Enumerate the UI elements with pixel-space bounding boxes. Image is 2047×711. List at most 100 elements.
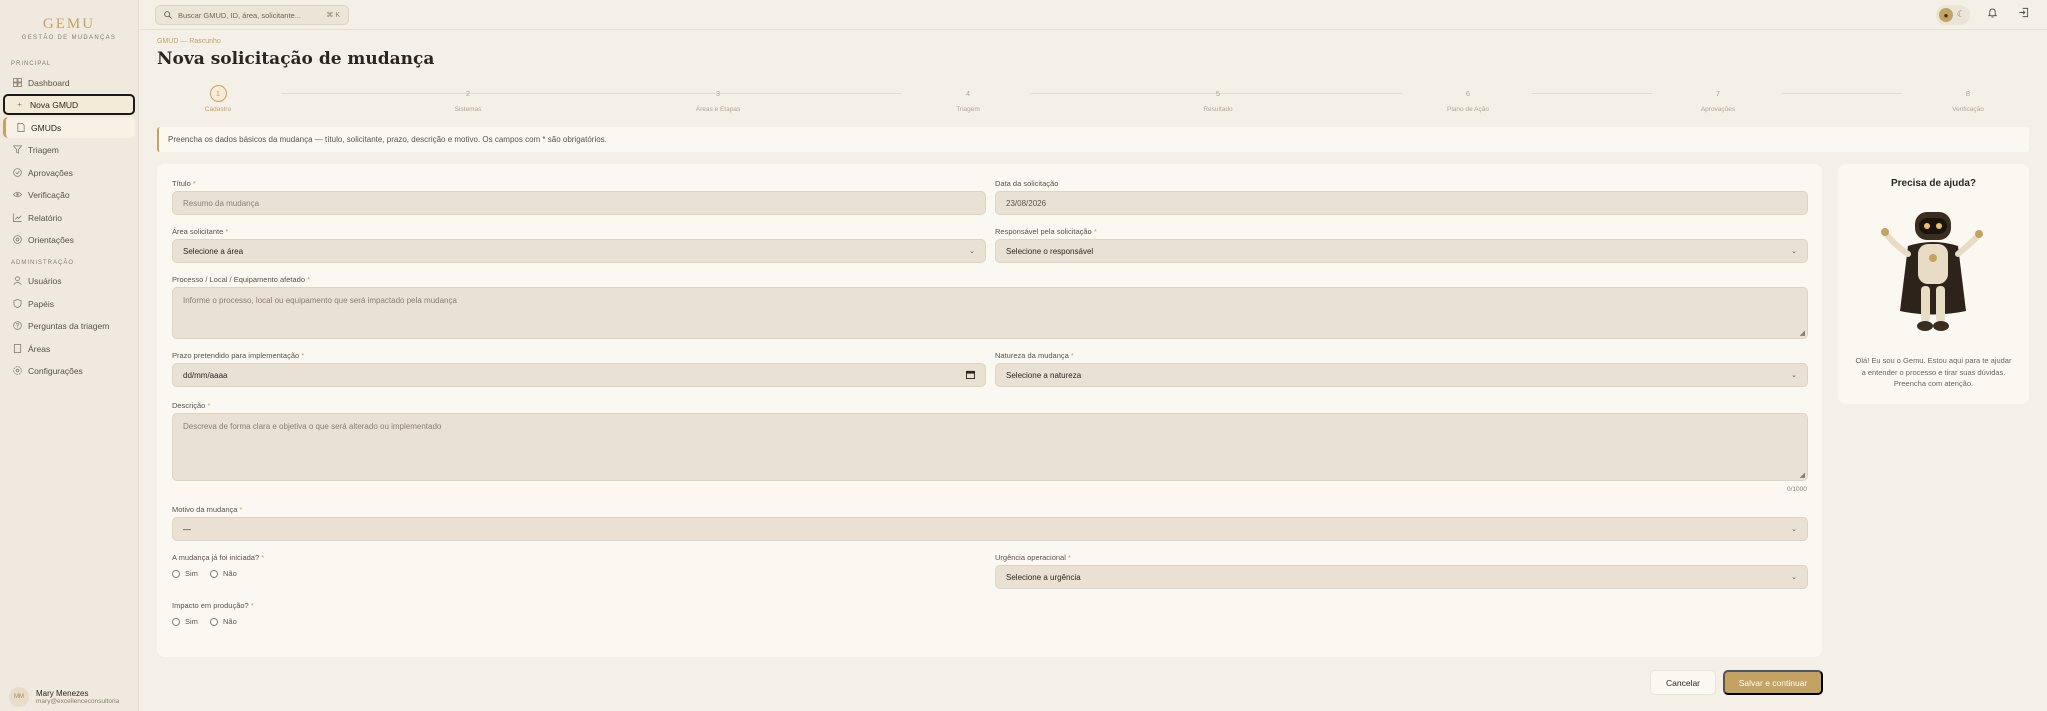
step-label: Triagem [956,106,980,113]
step-number: 4 [965,89,971,98]
sidebar-item-verificacao[interactable]: Verificação [3,184,135,205]
step-connector [1282,93,1402,94]
step-connector [1532,93,1652,94]
user-email: mary@excellenceconsultoria [36,698,120,705]
iniciada-nao-radio[interactable]: Não [210,569,237,578]
processo-placeholder: Informe o processo, local ou equipamento… [183,296,457,305]
help-text: Olá! Eu sou o Gemu. Estou aqui para te a… [1855,356,2012,388]
eye-icon [13,190,22,199]
natureza-select[interactable]: Selecione a natureza ⌄ [995,363,1808,387]
theme-toggle[interactable]: ● ☾ [1936,5,1970,25]
sidebar-item-label: Papéis [28,298,54,309]
sidebar-item-gmuds[interactable]: GMUDs [3,117,135,138]
step-plano-acao[interactable]: 6 Plano de Ação [1418,85,1518,113]
prazo-date-value: dd/mm/aaaa [183,370,228,380]
sidebar-item-label: GMUDs [31,122,62,133]
shield-icon [13,299,22,308]
form-card: Título * Resumo da mudança Data da solic… [157,164,1822,657]
breadcrumb: GMUD — Rascunho [157,38,221,45]
step-areas-etapas[interactable]: 3 Áreas e Etapas [668,85,768,113]
impacto-sim-radio[interactable]: Sim [172,617,198,626]
step-number: 5 [1215,89,1221,98]
logout-icon[interactable] [2018,7,2029,21]
titulo-label: Título * [172,179,196,188]
help-icon [13,235,22,244]
iniciada-sim-radio[interactable]: Sim [172,569,198,578]
gear-icon [13,366,22,375]
step-sistemas[interactable]: 2 Sistemas [418,85,518,113]
radio-circle-icon [210,569,218,578]
sidebar-item-configuracoes[interactable]: Configurações [3,360,135,381]
step-resultado[interactable]: 5 Resultado [1168,85,1268,113]
impacto-label: Impacto em produção? * [172,601,254,610]
sidebar-item-dashboard[interactable]: Dashboard [3,72,135,93]
responsavel-select[interactable]: Selecione o responsável ⌄ [995,239,1808,263]
natureza-select-value: Selecione a natureza [1006,370,1082,380]
motivo-select[interactable]: — ⌄ [172,517,1808,541]
calendar-icon[interactable] [966,370,975,381]
chevron-down-icon: ⌄ [1791,372,1797,379]
prazo-date-input[interactable]: dd/mm/aaaa [172,363,986,387]
impacto-nao-radio[interactable]: Não [210,617,237,626]
sidebar-item-areas[interactable]: Áreas [3,338,135,359]
descricao-label: Descrição * [172,401,211,410]
search-placeholder: Buscar GMUD, ID, área, solicitante... [178,10,301,20]
sidebar-item-nova-gmud[interactable]: + Nova GMUD [3,94,135,115]
radio-label: Sim [185,617,198,626]
data-solicitacao-field: 23/08/2026 [995,191,1808,215]
motivo-label: Motivo da mudança * [172,505,243,514]
resize-handle-icon[interactable]: ◢ [1800,329,1805,337]
moon-icon: ☾ [1956,9,1965,19]
step-label: Sistemas [454,106,482,113]
help-card: Precisa de ajuda? Olá! Eu sou o Gemu. Es… [1838,164,2029,404]
step-aprovacoes[interactable]: 7 Aprovações [1668,85,1768,113]
sidebar-item-triagem[interactable]: Triagem [3,139,135,160]
processo-label: Processo / Local / Equipamento afetado * [172,275,311,284]
search-shortcut: ⌘ K [326,12,340,19]
brand-logo[interactable]: GEMU GESTÃO DE MUDANÇAS [0,0,138,41]
brand-name: GEMU [42,16,96,32]
info-banner: Preencha os dados básicos da mudança — t… [157,127,2029,152]
sidebar-item-relatorio[interactable]: Relatório [3,207,135,228]
chevron-down-icon: ⌄ [1791,248,1797,255]
document-icon [16,123,25,132]
descricao-textarea[interactable]: Descreva de forma clara e objetiva o que… [172,413,1808,481]
sidebar-item-papeis[interactable]: Papéis [3,293,135,314]
step-cadastro[interactable]: 1 Cadastro [168,85,268,113]
step-triagem[interactable]: 4 Triagem [918,85,1018,113]
search-icon [164,11,172,19]
sidebar-item-label: Configurações [28,365,83,376]
cancel-button[interactable]: Cancelar [1650,670,1716,695]
search-input[interactable]: Buscar GMUD, ID, área, solicitante... ⌘ … [155,5,349,25]
urgencia-select[interactable]: Selecione a urgência ⌄ [995,565,1808,589]
motivo-select-value: — [183,524,191,534]
sidebar-item-usuarios[interactable]: Usuários [3,270,135,291]
step-number: 6 [1465,89,1471,98]
brand-tagline: GESTÃO DE MUDANÇAS [21,35,117,41]
sidebar-item-orientacoes[interactable]: Orientações [3,229,135,250]
prazo-label: Prazo pretendido para implementação * [172,351,305,360]
resize-handle-icon[interactable]: ◢ [1800,471,1805,479]
bell-icon[interactable] [1987,7,1998,21]
page-title: Nova solicitação de mudança [157,49,435,69]
check-circle-icon [13,168,22,177]
sidebar-item-aprovacoes[interactable]: Aprovações [3,162,135,183]
step-label: Resultado [1203,106,1233,113]
descricao-counter: 0/1000 [1787,486,1807,493]
sidebar-item-perguntas-triagem[interactable]: Perguntas da triagem [3,315,135,336]
responsavel-select-value: Selecione o responsável [1006,246,1094,256]
user-profile[interactable]: MM Mary Menezes mary@excellenceconsultor… [9,687,119,707]
step-label: Áreas e Etapas [695,106,741,113]
step-label: Aprovações [1700,106,1736,113]
processo-textarea[interactable]: Informe o processo, local ou equipamento… [172,287,1808,339]
radio-circle-icon [172,617,180,626]
sidebar-item-label: Dashboard [28,77,70,88]
step-verificacao[interactable]: 8 Verificação [1918,85,2018,113]
help-title: Precisa de ajuda? [1890,178,1977,189]
radio-circle-icon [210,617,218,626]
step-number: 8 [1965,89,1971,98]
section-label-principal: PRINCIPAL [11,61,52,67]
titulo-input[interactable]: Resumo da mudança [172,191,986,215]
area-select[interactable]: Selecione a área ⌄ [172,239,986,263]
save-continue-button[interactable]: Salvar e continuar [1723,670,1823,695]
